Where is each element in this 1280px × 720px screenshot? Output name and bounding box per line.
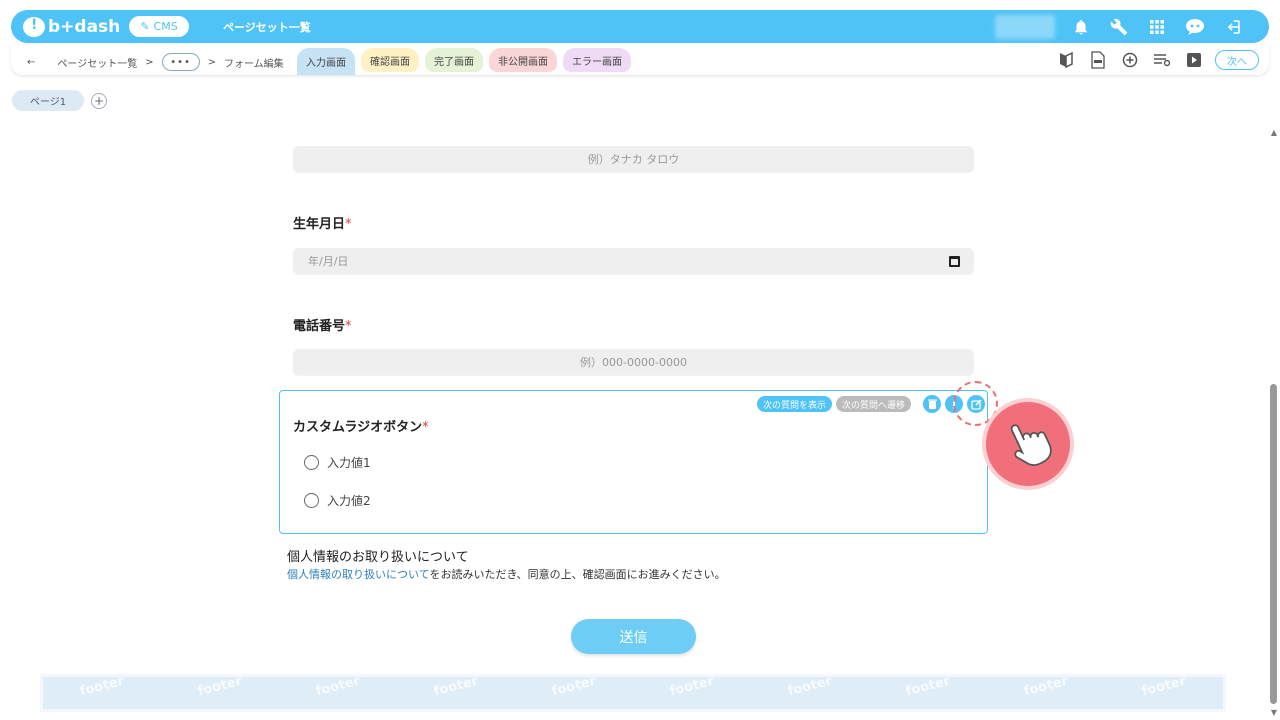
crumb-separator: > [207,56,216,68]
grid-icon[interactable] [1145,15,1169,39]
beginner-mark-icon[interactable] [1055,49,1077,71]
scroll-down-arrow-icon[interactable]: ▼ [1271,708,1277,717]
footer-watermark: footer [78,674,126,700]
radio-circle-icon[interactable] [304,493,319,508]
privacy-text: 個人情報の取り扱いについてをお読みいただき、同意の上、確認画面にお進みください。 [287,566,726,582]
birthday-label: 生年月日* [293,217,352,232]
edit-icon: ✎ [140,20,150,33]
cms-button[interactable]: ✎ CMS [129,16,189,37]
footer-watermark: footer [314,674,362,700]
top-bar: b+dash ✎ CMS ページセット一覧 [11,10,1269,43]
privacy-policy-link[interactable]: 個人情報の取り扱いについて [287,568,429,581]
add-page-button[interactable]: + [91,93,107,109]
tab-private-screen[interactable]: 非公開画面 [489,48,557,72]
pointing-hand-indicator [982,398,1074,490]
sub-right-tools: 次へ [1055,49,1259,71]
name-kana-placeholder: 例）タナカ タロウ [587,153,680,166]
phone-placeholder: 例）000-0000-0000 [580,356,687,369]
bdash-logo[interactable]: b+dash [23,16,120,38]
footer-watermark: footer [432,674,480,700]
footer-watermark: footer [550,674,598,700]
tab-confirm-screen[interactable]: 確認画面 [361,48,419,72]
breadcrumb: ← ページセット一覧 > ••• > フォーム編集 [27,53,284,71]
top-right-tools [995,15,1245,39]
user-info-blurred [995,15,1055,39]
page-tab-1[interactable]: ページ1 [12,90,84,111]
logo-text: b+dash [48,17,121,37]
footer-watermark: footer [668,674,716,700]
back-arrow-icon[interactable]: ← [27,57,35,68]
field-toolbar: 次の質問を表示 次の質問へ遷移 [756,395,985,413]
sub-bar: ← ページセット一覧 > ••• > フォーム編集 入力画面 確認画面 完了画面… [11,45,1269,75]
support-chat-icon[interactable] [1183,15,1207,39]
footer-placeholder: footer footer footer footer footer foote… [40,674,1226,712]
scrollbar-thumb[interactable] [1270,384,1277,704]
show-next-question-button[interactable]: 次の質問を表示 [756,396,832,412]
crumb-form-edit: フォーム編集 [223,58,284,70]
crumb-page-set-list[interactable]: ページセット一覧 [57,55,137,70]
privacy-title: 個人情報のお取り扱いについて [287,550,469,565]
required-mark: * [345,319,352,334]
logo-bubble-icon [23,17,45,37]
settings-list-icon[interactable] [1151,49,1173,71]
footer-pattern: footer footer footer footer footer foote… [43,677,1223,709]
crumb-separator: > [145,56,154,68]
phone-input[interactable]: 例）000-0000-0000 [293,349,974,375]
calendar-icon[interactable] [949,255,960,267]
name-kana-input[interactable]: 例）タナカ タロウ [293,146,974,172]
logout-icon[interactable] [1221,15,1245,39]
radio-option-1[interactable]: 入力値1 [304,454,371,471]
footer-watermark: footer [1022,674,1070,700]
tab-input-screen[interactable]: 入力画面 [297,48,355,75]
footer-watermark: footer [1140,674,1188,700]
top-page-title: ページセット一覧 [223,21,311,34]
add-circle-icon[interactable] [1119,49,1141,71]
phone-label: 電話番号* [293,319,352,334]
privacy-instructions: をお読みいただき、同意の上、確認画面にお進みください。 [429,568,726,581]
radio-option-label: 入力値1 [327,456,371,470]
screen-tabs: 入力画面 確認画面 完了画面 非公開画面 エラー画面 [297,48,631,75]
footer-watermark: footer [904,674,952,700]
required-mark: * [422,420,429,435]
wrench-icon[interactable] [1107,15,1131,39]
birthday-date-input[interactable]: 年/月/日 [293,248,974,274]
cms-label: CMS [153,20,178,33]
delete-icon[interactable] [923,395,941,413]
pointing-hand-icon [1010,424,1052,466]
footer-watermark: footer [196,674,244,700]
birthday-placeholder: 年/月/日 [308,255,349,268]
tab-error-screen[interactable]: エラー画面 [563,48,631,72]
radio-circle-icon[interactable] [304,455,319,470]
next-button[interactable]: 次へ [1215,50,1259,70]
crumb-more-button[interactable]: ••• [161,53,200,71]
custom-radio-label: カスタムラジオボタン* [293,420,429,435]
goto-next-question-button[interactable]: 次の質問へ遷移 [835,396,911,412]
scroll-up-arrow-icon[interactable]: ▲ [1271,128,1277,137]
html-file-icon[interactable] [1087,49,1109,71]
required-mark: * [345,217,352,232]
submit-button[interactable]: 送信 [571,619,696,654]
bell-icon[interactable] [1069,15,1093,39]
custom-radio-field-selected[interactable]: 次の質問を表示 次の質問へ遷移 カスタムラジオボタン* 入力値1 入力値2 [279,390,988,534]
radio-option-2[interactable]: 入力値2 [304,492,371,509]
footer-watermark: footer [786,674,834,700]
preview-play-icon[interactable] [1183,49,1205,71]
tab-complete-screen[interactable]: 完了画面 [425,48,483,72]
radio-option-label: 入力値2 [327,494,371,508]
